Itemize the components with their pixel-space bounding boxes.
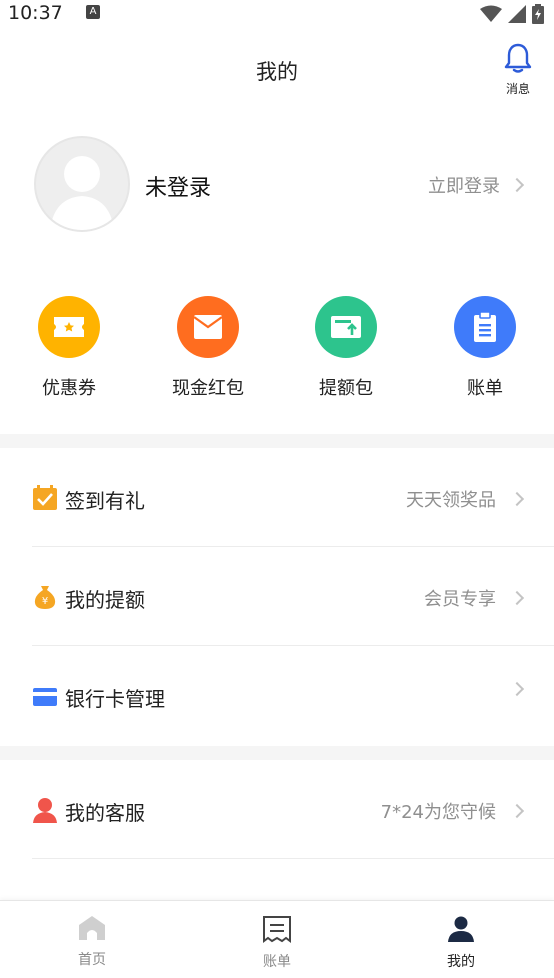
tab-profile[interactable]: 我的 xyxy=(411,915,511,971)
avatar[interactable] xyxy=(34,136,130,232)
bill-button[interactable]: 账单 xyxy=(435,296,535,400)
profile-name: 未登录 xyxy=(145,176,212,201)
chevron-right-icon xyxy=(509,491,525,507)
menu-item-my-quota-hint: 会员专享 xyxy=(424,589,496,610)
page-title: 我的 xyxy=(256,60,298,84)
svg-text:¥: ¥ xyxy=(42,596,48,607)
section-divider xyxy=(0,434,554,448)
customer-service-icon xyxy=(33,798,57,823)
tab-bill[interactable]: 账单 xyxy=(227,915,327,971)
tab-home[interactable]: 首页 xyxy=(42,915,142,969)
signal-icon xyxy=(508,5,526,23)
bill-label: 账单 xyxy=(467,378,503,399)
chevron-right-icon xyxy=(509,177,525,193)
tab-bill-label: 账单 xyxy=(263,954,291,970)
bank-card-icon xyxy=(33,688,57,706)
tab-profile-label: 我的 xyxy=(447,954,475,970)
chevron-right-icon xyxy=(509,681,525,697)
section-divider xyxy=(0,746,554,760)
menu-item-bank-card-right xyxy=(496,681,525,697)
menu-item-customer-service-right: 7*24为您守候 xyxy=(380,798,525,824)
chevron-right-icon xyxy=(509,590,525,606)
menu-item-my-quota-label: 我的提额 xyxy=(65,588,145,612)
menu-item-sign-in-label: 签到有礼 xyxy=(65,489,145,513)
cash-red-envelope-button[interactable]: 现金红包 xyxy=(158,296,258,400)
menu-item-sign-in-hint: 天天领奖品 xyxy=(406,490,496,511)
quick-actions: 优惠券 现金红包 提额包 账单 xyxy=(0,296,554,406)
home-icon xyxy=(79,916,105,940)
menu-item-my-quota[interactable]: ¥ 我的提额 会员专享 xyxy=(0,547,554,646)
default-avatar-icon xyxy=(50,156,114,230)
red-envelope-icon xyxy=(177,296,239,358)
bill-tab-icon xyxy=(263,916,291,943)
status-time: 10:37 xyxy=(8,2,63,24)
bill-icon xyxy=(454,296,516,358)
header: 我的 消息 xyxy=(0,28,554,110)
messages-button[interactable]: 消息 xyxy=(500,42,536,98)
wifi-icon xyxy=(480,5,502,22)
quota-package-button[interactable]: 提额包 xyxy=(296,296,396,400)
menu-item-bank-card-label: 银行卡管理 xyxy=(65,687,165,711)
quota-package-label: 提额包 xyxy=(319,378,373,399)
login-link[interactable]: 立即登录 xyxy=(428,172,525,198)
menu-item-bank-card[interactable]: 银行卡管理 xyxy=(0,646,554,744)
profile-card[interactable]: 未登录 立即登录 xyxy=(0,130,554,240)
messages-label: 消息 xyxy=(505,82,530,96)
status-bar: 10:37 A xyxy=(0,0,554,28)
coupon-label: 优惠券 xyxy=(42,378,96,399)
login-link-label: 立即登录 xyxy=(428,176,500,197)
battery-icon xyxy=(532,4,544,24)
coupon-icon xyxy=(38,296,100,358)
quota-package-icon xyxy=(315,296,377,358)
bottom-tab-bar: 首页 账单 我的 xyxy=(0,900,554,978)
menu-item-my-quota-right: 会员专享 xyxy=(424,585,525,611)
keyboard-indicator-icon: A xyxy=(86,5,100,19)
status-icons xyxy=(480,4,544,24)
menu-item-customer-service-hint: 7*24为您守候 xyxy=(380,802,496,823)
bell-icon xyxy=(504,43,532,73)
tab-home-label: 首页 xyxy=(78,952,106,968)
chevron-right-icon xyxy=(509,803,525,819)
menu-item-customer-service-label: 我的客服 xyxy=(65,801,145,825)
coupon-button[interactable]: 优惠券 xyxy=(19,296,119,400)
menu-item-sign-in[interactable]: 签到有礼 天天领奖品 xyxy=(0,448,554,547)
calendar-check-icon xyxy=(33,485,57,510)
menu-item-sign-in-right: 天天领奖品 xyxy=(406,486,525,512)
menu-item-customer-service[interactable]: 我的客服 7*24为您守候 xyxy=(0,760,554,859)
cash-red-envelope-label: 现金红包 xyxy=(172,378,244,399)
money-bag-icon: ¥ xyxy=(34,586,56,609)
profile-icon xyxy=(448,916,474,942)
row-divider xyxy=(32,858,554,859)
